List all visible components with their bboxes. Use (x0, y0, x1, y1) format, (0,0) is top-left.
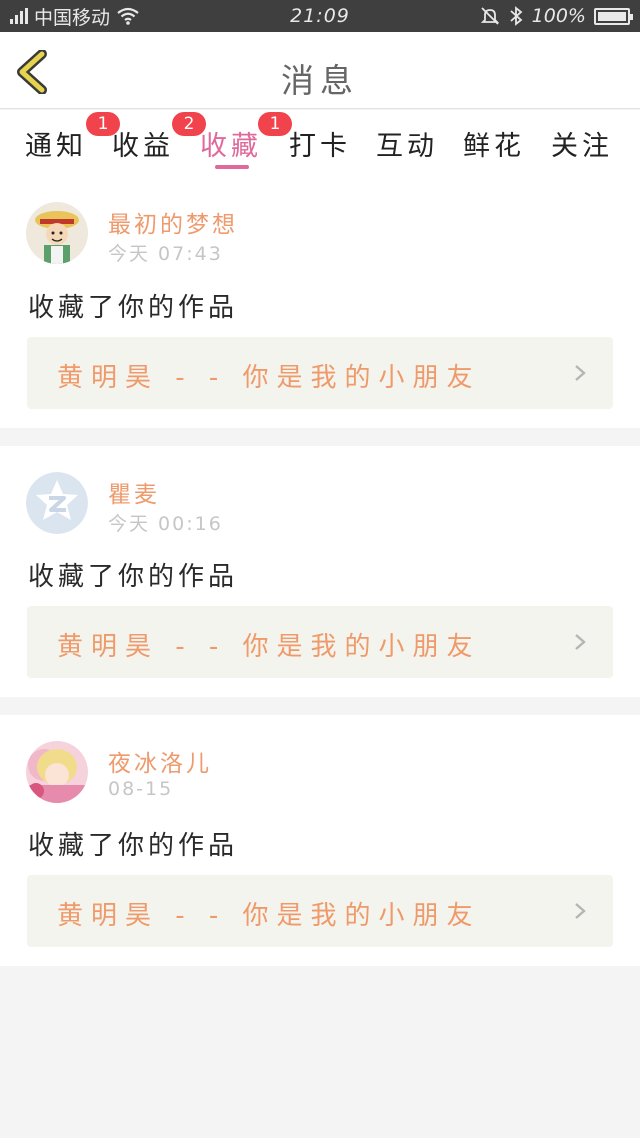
active-tab-indicator (215, 165, 249, 169)
timestamp: 今天 00:16 (108, 513, 223, 535)
work-title: 黄明昊 - - 你是我的小朋友 (57, 901, 481, 931)
tab-label: 打卡 (289, 131, 351, 162)
tab-label: 互动 (376, 131, 438, 162)
page-title: 消息 (281, 61, 359, 100)
tab-flowers[interactable]: 鲜花 (462, 124, 526, 163)
action-text: 收藏了你的作品 (28, 293, 239, 323)
work-link[interactable]: 黄明昊 - - 你是我的小朋友 (27, 606, 613, 678)
tab-follow[interactable]: 关注 (550, 124, 614, 163)
tab-notifications[interactable]: 通知 1 (24, 112, 120, 163)
action-text: 收藏了你的作品 (28, 831, 239, 861)
status-right: 100% (480, 0, 633, 32)
unread-badge: 1 (258, 112, 292, 136)
chevron-right-icon (575, 903, 586, 919)
mute-icon (480, 7, 499, 25)
work-link[interactable]: 黄明昊 - - 你是我的小朋友 (27, 875, 613, 947)
work-link[interactable]: 黄明昊 - - 你是我的小朋友 (27, 337, 613, 409)
tab-earnings[interactable]: 收益 2 (111, 112, 206, 163)
tab-label: 关注 (551, 131, 613, 162)
avatar[interactable] (26, 472, 88, 534)
message-card: 夜冰洛儿 08-15 收藏了你的作品 黄明昊 - - 你是我的小朋友 (0, 715, 640, 966)
header: 消息 (0, 32, 640, 109)
bluetooth-icon (510, 6, 523, 26)
work-title: 黄明昊 - - 你是我的小朋友 (57, 632, 481, 662)
chevron-right-icon (575, 634, 586, 650)
avatar[interactable] (26, 741, 88, 803)
action-text: 收藏了你的作品 (28, 562, 239, 592)
chevron-right-icon (575, 365, 586, 381)
battery-label: 100% (531, 5, 586, 27)
tab-label: 鲜花 (463, 131, 525, 162)
tab-favorites[interactable]: 收藏 1 (199, 112, 292, 163)
tab-checkin[interactable]: 打卡 (288, 124, 352, 163)
tab-label: 收藏 (200, 131, 262, 162)
work-title: 黄明昊 - - 你是我的小朋友 (57, 363, 481, 393)
timestamp: 08-15 (108, 778, 174, 800)
message-card: 瞿麦 今天 00:16 收藏了你的作品 黄明昊 - - 你是我的小朋友 (0, 446, 640, 697)
status-bar: 中国移动 21:09 100% (0, 0, 640, 32)
username[interactable]: 夜冰洛儿 (108, 744, 212, 778)
tab-interaction[interactable]: 互动 (375, 124, 439, 163)
battery-icon (594, 7, 633, 25)
tab-label: 收益 (112, 131, 174, 162)
username[interactable]: 瞿麦 (108, 475, 160, 509)
tab-bar: 通知 1 收益 2 收藏 1 打卡 互动 鲜花 关注 (0, 110, 640, 172)
timestamp: 今天 07:43 (108, 243, 223, 265)
username[interactable]: 最初的梦想 (108, 205, 238, 239)
avatar[interactable] (26, 202, 88, 264)
message-card: 最初的梦想 今天 07:43 收藏了你的作品 黄明昊 - - 你是我的小朋友 (0, 172, 640, 428)
tab-label: 通知 (25, 131, 87, 162)
